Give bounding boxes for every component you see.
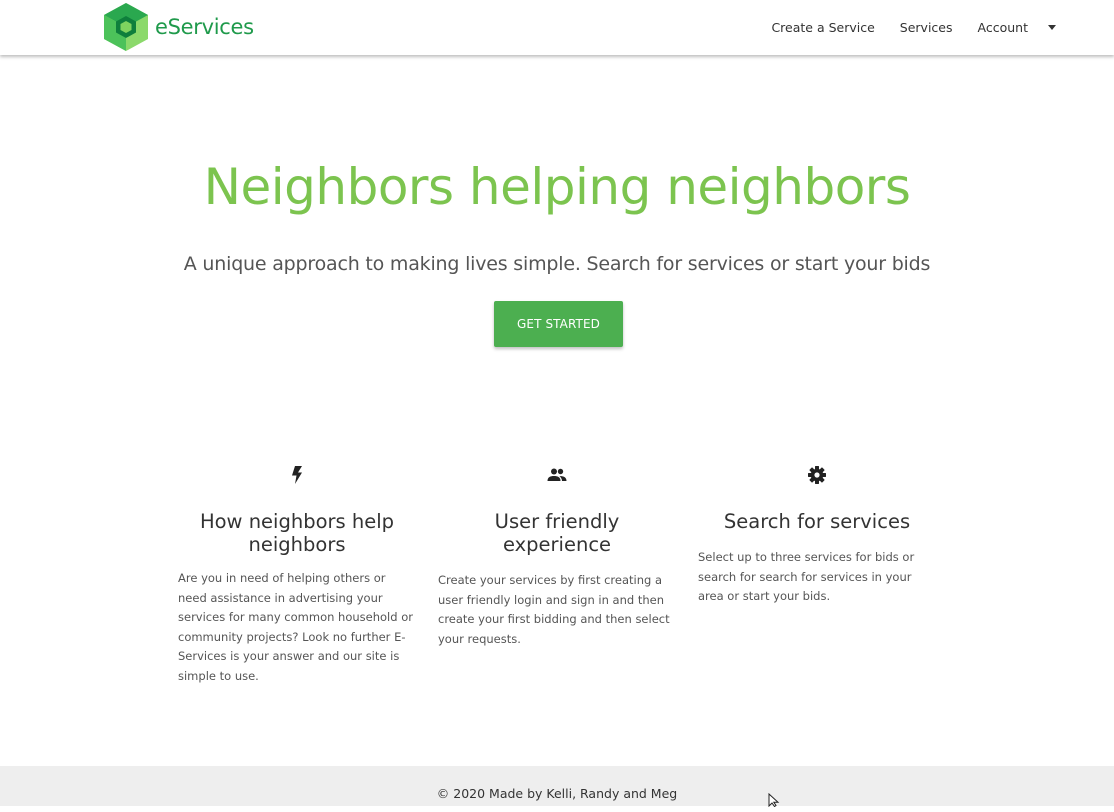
feature-title: How neighbors help neighbors: [199, 510, 395, 556]
flash-icon: [178, 462, 416, 488]
caret-down-icon[interactable]: [1048, 25, 1056, 30]
feature-how-neighbors-help: How neighbors help neighbors Are you in …: [178, 462, 416, 686]
feature-text: Create your services by first creating a…: [438, 573, 670, 646]
hero-subtitle: A unique approach to making lives simple…: [183, 253, 931, 275]
settings-gear-icon: [698, 462, 936, 488]
brand-name: eServices: [155, 15, 254, 39]
get-started-button[interactable]: GET STARTED: [494, 301, 623, 347]
feature-text: Are you in need of helping others or nee…: [178, 571, 413, 683]
group-icon: [438, 462, 676, 488]
hero-title: Neighbors helping neighbors: [203, 158, 911, 216]
feature-search-services: Search for services Select up to three s…: [698, 462, 936, 607]
nav-account[interactable]: Account: [978, 20, 1028, 35]
feature-title: Search for services: [723, 510, 911, 533]
feature-user-friendly: User friendly experience Create your ser…: [438, 462, 676, 649]
page-footer: © 2020 Made by Kelli, Randy and Meg: [0, 766, 1114, 806]
top-navbar: eServices Create a Service Services Acco…: [0, 0, 1114, 55]
nav-services[interactable]: Services: [900, 20, 953, 35]
nav-links: Create a Service Services Account: [746, 0, 1056, 55]
footer-copyright: © 2020 Made by Kelli, Randy and Meg: [436, 786, 678, 801]
hexagon-e-logo-icon: [102, 2, 150, 52]
nav-create-service[interactable]: Create a Service: [771, 20, 874, 35]
brand-link[interactable]: eServices: [102, 2, 254, 52]
mouse-pointer-icon: [768, 792, 782, 812]
feature-title: User friendly experience: [494, 510, 620, 556]
feature-text: Select up to three services for bids or …: [698, 550, 915, 603]
